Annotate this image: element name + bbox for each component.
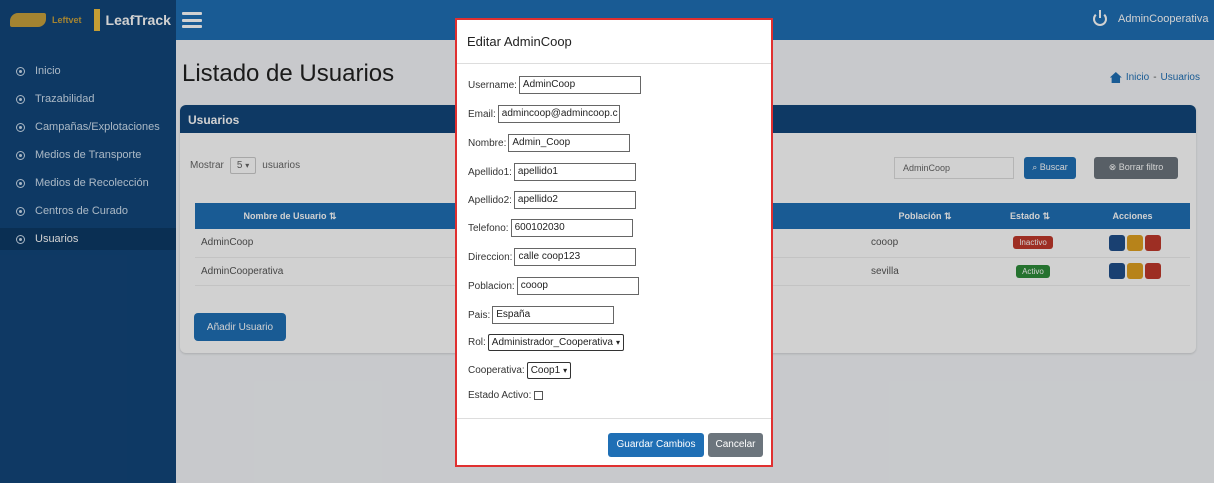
nombre-field[interactable]: Admin_Coop xyxy=(508,134,631,152)
username-field[interactable]: AdminCoop xyxy=(518,76,641,94)
username-field-row: Username: AdminCoop xyxy=(468,76,641,94)
estado-field-row: Estado Activo: xyxy=(468,390,544,401)
username-label: Username: xyxy=(468,79,517,91)
modal-title: Editar AdminCoop xyxy=(457,20,771,64)
cooperativa-label: Cooperativa: xyxy=(468,365,525,376)
email-label: Email: xyxy=(468,108,496,120)
apellido2-field-row: Apellido2: apellido2 xyxy=(468,191,636,209)
chevron-down-icon: ▾ xyxy=(563,366,568,375)
rol-select[interactable]: Administrador_Cooperativa ▾ xyxy=(487,334,624,351)
telefono-field[interactable]: 600102030 xyxy=(510,219,633,237)
email-field-row: Email: admincoop@admincoop.c xyxy=(468,105,620,123)
chevron-down-icon: ▾ xyxy=(615,338,620,347)
poblacion-field-row: Poblacion: cooop xyxy=(468,277,639,295)
telefono-field-row: Telefono: 600102030 xyxy=(468,219,633,237)
nombre-field-row: Nombre: Admin_Coop xyxy=(468,134,631,152)
modal-footer-divider xyxy=(457,418,771,419)
pais-label: Pais: xyxy=(468,309,491,321)
direccion-field-row: Direccion: calle coop123 xyxy=(468,248,637,266)
estado-label: Estado Activo: xyxy=(468,390,532,401)
pais-field[interactable]: España xyxy=(492,306,615,324)
cancel-button[interactable]: Cancelar xyxy=(708,433,763,457)
direccion-field[interactable]: calle coop123 xyxy=(514,248,637,266)
rol-label: Rol: xyxy=(468,337,486,348)
pais-field-row: Pais: España xyxy=(468,306,615,324)
apellido1-field[interactable]: apellido1 xyxy=(513,163,636,181)
rol-select-value: Administrador_Cooperativa xyxy=(491,337,613,348)
nombre-label: Nombre: xyxy=(468,137,507,149)
poblacion-label: Poblacion: xyxy=(468,280,515,292)
email-field[interactable]: admincoop@admincoop.c xyxy=(497,105,620,123)
estado-activo-checkbox[interactable] xyxy=(534,391,544,400)
poblacion-field[interactable]: cooop xyxy=(516,277,639,295)
cooperativa-select-value: Coop1 xyxy=(530,365,561,376)
rol-field-row: Rol: Administrador_Cooperativa ▾ xyxy=(468,334,624,351)
save-button[interactable]: Guardar Cambios xyxy=(608,433,704,457)
apellido1-field-row: Apellido1: apellido1 xyxy=(468,163,636,181)
apellido1-label: Apellido1: xyxy=(468,166,512,178)
direccion-label: Direccion: xyxy=(468,251,513,263)
edit-user-modal: Editar AdminCoop Username: AdminCoop Ema… xyxy=(455,18,773,467)
cooperativa-select[interactable]: Coop1 ▾ xyxy=(526,362,572,379)
apellido2-field[interactable]: apellido2 xyxy=(513,191,636,209)
cooperativa-field-row: Cooperativa: Coop1 ▾ xyxy=(468,362,572,379)
telefono-label: Telefono: xyxy=(468,222,509,234)
apellido2-label: Apellido2: xyxy=(468,194,512,206)
